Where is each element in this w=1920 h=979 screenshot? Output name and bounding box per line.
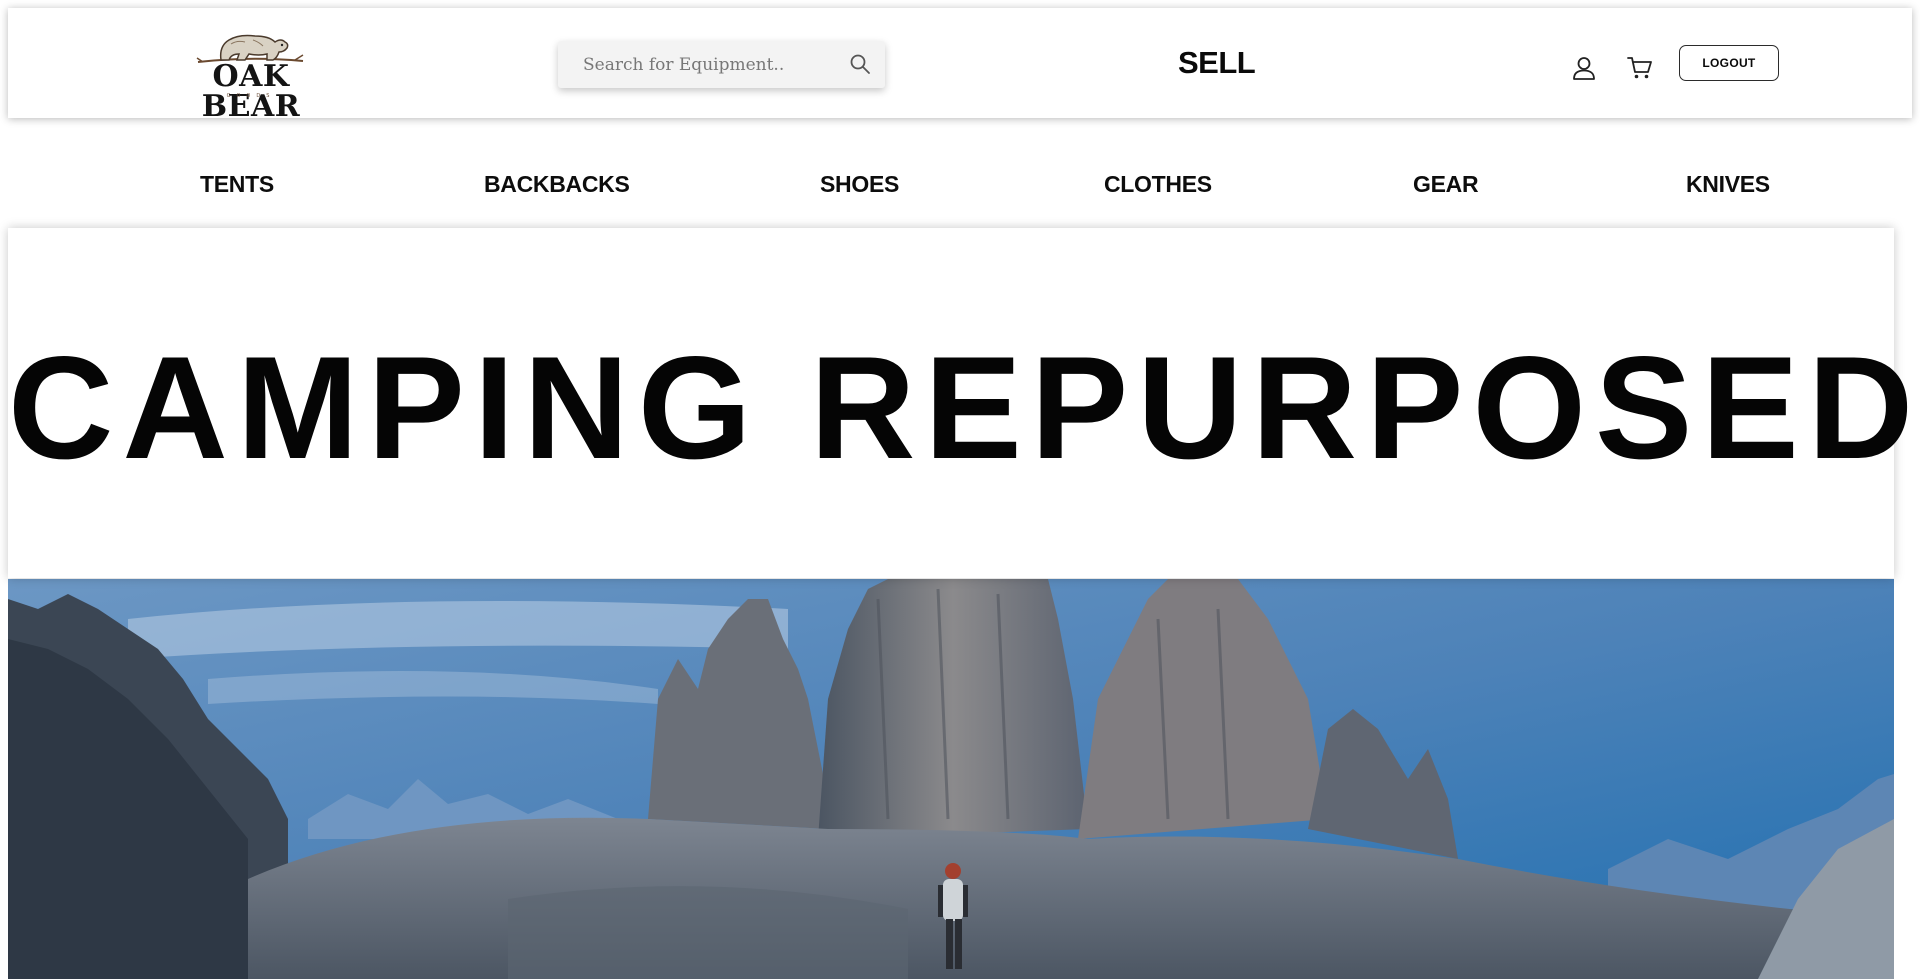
search-box	[558, 41, 885, 88]
category-shoes[interactable]: SHOES	[820, 166, 899, 202]
cart-icon[interactable]	[1627, 55, 1653, 81]
logo-name: OAK BEAR	[201, 59, 301, 124]
category-nav: TENTS BACKBACKS SHOES CLOTHES GEAR KNIVE…	[0, 118, 1920, 228]
page: OAK BEAR GOODS SELL LOGOUT TENTS BACKBAC…	[0, 0, 1920, 979]
logout-button[interactable]: LOGOUT	[1679, 45, 1779, 81]
search-icon[interactable]	[849, 53, 871, 75]
category-gear[interactable]: GEAR	[1413, 166, 1479, 202]
hero-banner: CAMPING REPURPOSED	[8, 228, 1920, 578]
category-clothes[interactable]: CLOTHES	[1104, 166, 1212, 202]
sell-link[interactable]: SELL	[1178, 41, 1263, 85]
category-backbacks[interactable]: BACKBACKS	[484, 166, 630, 202]
site-header: OAK BEAR GOODS SELL LOGOUT	[8, 8, 1912, 122]
search-input[interactable]	[558, 41, 828, 88]
logo-tagline: GOODS	[226, 93, 276, 99]
category-knives[interactable]: KNIVES	[1686, 166, 1770, 202]
hero-image	[8, 579, 1894, 979]
logo[interactable]: OAK BEAR GOODS	[163, 26, 338, 122]
hero-title: CAMPING REPURPOSED	[8, 326, 1920, 489]
category-tents[interactable]: TENTS	[200, 166, 274, 202]
user-icon[interactable]	[1571, 55, 1597, 81]
